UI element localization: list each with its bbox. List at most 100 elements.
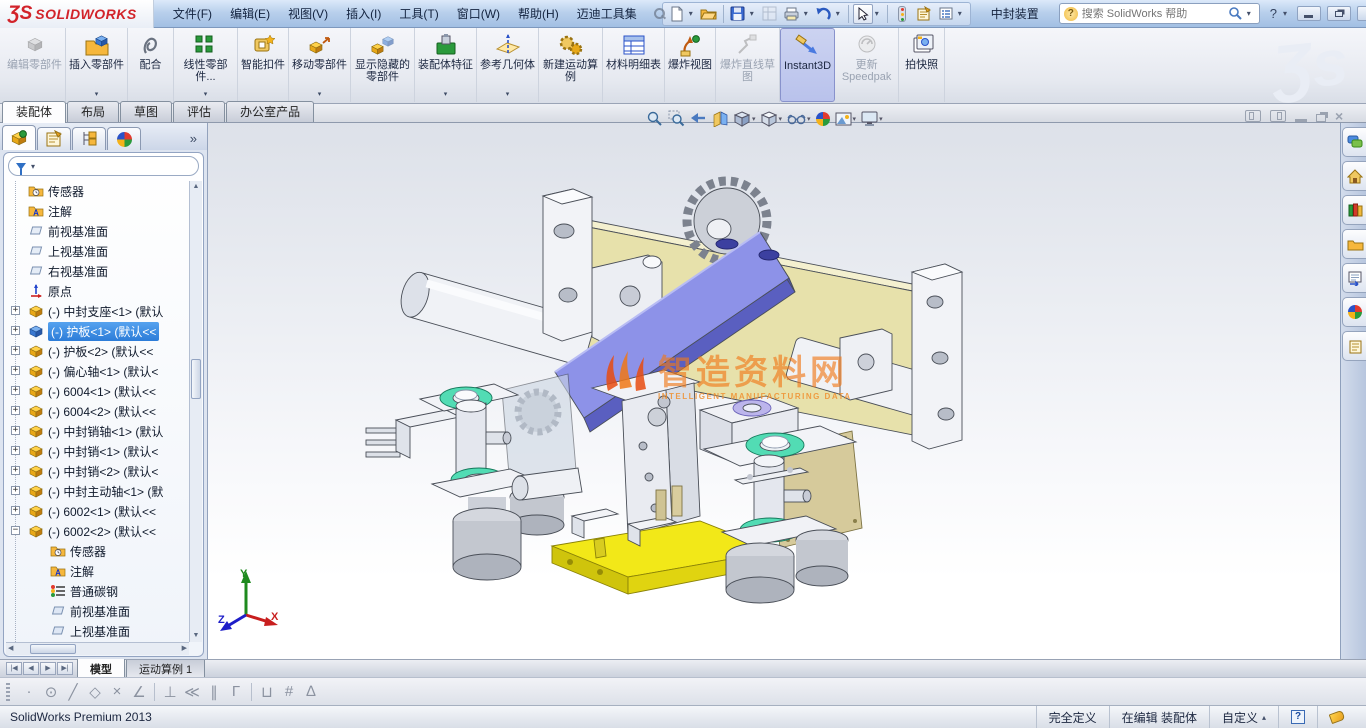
- filter-caret[interactable]: ▾: [31, 162, 35, 171]
- open-button[interactable]: [699, 4, 719, 24]
- doc-close-button[interactable]: ×: [1335, 110, 1343, 122]
- doc-restore-button[interactable]: [1316, 114, 1326, 122]
- forum-tab[interactable]: [1342, 127, 1366, 157]
- ribbon-reference-geometry[interactable]: 参考几何体 ▾: [477, 28, 539, 102]
- search-caret[interactable]: ▾: [1247, 9, 1255, 18]
- tab-office-products[interactable]: 办公室产品: [226, 101, 314, 122]
- apply-scene-icon[interactable]: ▾: [835, 111, 857, 127]
- hide-show-items-icon[interactable]: ▾: [787, 111, 811, 126]
- menu-maidi-tools[interactable]: 迈迪工具集: [568, 0, 646, 27]
- ribbon-move-component[interactable]: 移动零部件 ▾: [289, 28, 351, 102]
- tree-item-component-expanded[interactable]: −(-) 6002<2> (默认<<: [4, 521, 189, 541]
- tree-item-component-selected[interactable]: +(-) 护板<1> (默认<<: [4, 321, 189, 341]
- tree-item-component[interactable]: +(-) 中封主动轴<1> (默: [4, 481, 189, 501]
- length-snap-icon[interactable]: ⊔: [256, 683, 278, 701]
- previous-view-icon[interactable]: [690, 110, 707, 127]
- ribbon-smart-fasteners[interactable]: 智能扣件: [238, 28, 289, 102]
- zoom-to-fit-icon[interactable]: [646, 110, 663, 127]
- file-explorer-tab[interactable]: [1342, 229, 1366, 259]
- scroll-right-arrow[interactable]: ▶: [182, 643, 187, 655]
- model-right-bracket[interactable]: [912, 264, 962, 449]
- minimize-button[interactable]: [1297, 6, 1321, 21]
- tree-item-top-plane[interactable]: 上视基准面: [4, 621, 189, 641]
- undo-button[interactable]: [814, 4, 834, 24]
- tree-item-top-plane[interactable]: 上视基准面: [4, 241, 189, 261]
- tree-item-front-plane[interactable]: 前视基准面: [4, 601, 189, 621]
- tree-item-component[interactable]: +(-) 中封销<1> (默认<: [4, 441, 189, 461]
- tree-item-component[interactable]: +(-) 6004<2> (默认<<: [4, 401, 189, 421]
- tab-nav-buttons[interactable]: |◀◀▶▶|: [0, 660, 77, 675]
- displaymanager-tab[interactable]: [107, 127, 141, 150]
- angle-snap-icon[interactable]: ∠: [128, 683, 150, 701]
- ribbon-mate[interactable]: 配合: [128, 28, 174, 102]
- tree-item-front-plane[interactable]: 前视基准面: [4, 221, 189, 241]
- line-snap-icon[interactable]: ╱: [62, 683, 84, 701]
- menu-window[interactable]: 窗口(W): [448, 0, 509, 27]
- ribbon-update-speedpak[interactable]: 更新 Speedpak: [835, 28, 899, 102]
- tree-item-annotations[interactable]: 注解: [4, 201, 189, 221]
- hv-snap-icon[interactable]: Γ: [225, 683, 247, 700]
- save-caret[interactable]: ▾: [750, 9, 758, 18]
- select-tool-caret[interactable]: ▾: [875, 9, 883, 18]
- options-button[interactable]: [936, 4, 956, 24]
- tree-item-component[interactable]: +(-) 中封支座<1> (默认: [4, 301, 189, 321]
- ribbon-bom[interactable]: 材料明细表: [603, 28, 665, 102]
- quadrant-snap-icon[interactable]: ◇: [84, 683, 106, 701]
- configurationmanager-tab[interactable]: [72, 127, 106, 150]
- ribbon-exploded-view[interactable]: 爆炸视图: [665, 28, 716, 102]
- model-right-bearing-lug[interactable]: [840, 329, 892, 400]
- menu-view[interactable]: 视图(V): [279, 0, 337, 27]
- tree-item-material[interactable]: 普通碳钢: [4, 581, 189, 601]
- tree-item-component[interactable]: +(-) 6002<1> (默认<<: [4, 501, 189, 521]
- tree-item-sensors[interactable]: 传感器: [4, 541, 189, 561]
- undo-caret[interactable]: ▾: [836, 9, 844, 18]
- print-caret[interactable]: ▾: [804, 9, 812, 18]
- new-document-button[interactable]: [667, 4, 687, 24]
- ribbon-instant3d[interactable]: Instant3D: [780, 28, 835, 102]
- ribbon-edit-component[interactable]: 编辑零部件: [4, 28, 66, 102]
- file-properties-button[interactable]: [914, 4, 934, 24]
- tree-item-component[interactable]: +(-) 偏心轴<1> (默认<: [4, 361, 189, 381]
- graphics-viewport[interactable]: 智造资料网 INTELLIGENT MANUFACTURING DATA Y X…: [208, 123, 1340, 659]
- custom-status[interactable]: 自定义▴: [1209, 706, 1278, 728]
- view-palette-tab[interactable]: [1342, 263, 1366, 293]
- zoom-to-area-icon[interactable]: [668, 110, 685, 127]
- scroll-left-arrow[interactable]: ◀: [8, 643, 13, 655]
- angle-grid-snap-icon[interactable]: ∆: [300, 683, 322, 700]
- tab-sketch[interactable]: 草图: [120, 101, 172, 122]
- doc-minimize-button[interactable]: [1295, 119, 1307, 122]
- restore-button[interactable]: [1327, 6, 1351, 21]
- ribbon-assembly-features[interactable]: 装配体特征 ▾: [415, 28, 477, 102]
- help-caret[interactable]: ▾: [1283, 9, 1291, 18]
- center-snap-icon[interactable]: ⊙: [40, 683, 62, 701]
- tree-item-annotations[interactable]: 注解: [4, 561, 189, 581]
- propertymanager-tab[interactable]: [37, 127, 71, 150]
- tree-filter[interactable]: ▾: [8, 156, 199, 176]
- tab-layout[interactable]: 布局: [67, 101, 119, 122]
- perpendicular-snap-icon[interactable]: ⊥: [159, 683, 181, 701]
- tree-horizontal-scrollbar[interactable]: ◀ ▶: [6, 642, 189, 655]
- point-snap-icon[interactable]: ·: [18, 683, 40, 700]
- scroll-thumb-h[interactable]: [30, 644, 76, 654]
- featuremanager-tab[interactable]: [2, 125, 36, 150]
- tree-item-component[interactable]: +(-) 中封销<2> (默认<: [4, 461, 189, 481]
- 3d-model[interactable]: [208, 123, 1340, 659]
- model-left-bracket[interactable]: [543, 189, 592, 341]
- appearances-tab[interactable]: [1342, 297, 1366, 327]
- menu-edit[interactable]: 编辑(E): [221, 0, 279, 27]
- tree-item-component[interactable]: +(-) 中封销轴<1> (默认: [4, 421, 189, 441]
- new-document-caret[interactable]: ▾: [689, 9, 697, 18]
- split-pane-left-button[interactable]: [1245, 110, 1261, 122]
- tangent-snap-icon[interactable]: ≪: [181, 683, 203, 701]
- options-caret[interactable]: ▾: [958, 9, 966, 18]
- drawing-button[interactable]: [760, 4, 780, 24]
- tree-item-component[interactable]: +(-) 护板<2> (默认<<: [4, 341, 189, 361]
- intersection-snap-icon[interactable]: ×: [106, 683, 128, 700]
- toolbar-gripper[interactable]: [6, 683, 10, 701]
- search-input[interactable]: [1082, 8, 1224, 20]
- view-orientation-icon[interactable]: ▾: [734, 110, 756, 127]
- help-icon[interactable]: ?: [1270, 6, 1277, 21]
- menu-help[interactable]: 帮助(H): [509, 0, 568, 27]
- ribbon-explode-line-sketch[interactable]: 爆炸直线草图: [716, 28, 780, 102]
- tab-assembly[interactable]: 装配体: [2, 101, 66, 123]
